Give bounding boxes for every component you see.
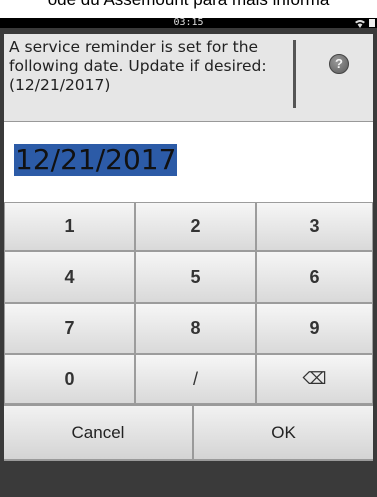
message-divider xyxy=(293,40,296,108)
key-8[interactable]: 8 xyxy=(135,303,256,354)
key-6[interactable]: 6 xyxy=(256,251,373,303)
key-slash[interactable]: / xyxy=(135,354,256,404)
key-1[interactable]: 1 xyxy=(4,202,135,251)
key-4[interactable]: 4 xyxy=(4,251,135,303)
status-bar: 03:15 xyxy=(0,18,377,28)
status-time: 03:15 xyxy=(173,17,204,28)
date-dialog: A service reminder is set for the follow… xyxy=(4,34,373,461)
battery-icon xyxy=(369,19,375,27)
key-9[interactable]: 9 xyxy=(256,303,373,354)
status-icons xyxy=(355,18,375,28)
action-bar: Cancel OK xyxy=(4,404,373,461)
key-3[interactable]: 3 xyxy=(256,202,373,251)
key-0[interactable]: 0 xyxy=(4,354,135,404)
backspace-key[interactable]: ⌫ xyxy=(256,354,373,404)
keypad: 1 2 3 4 5 6 7 8 9 0 / ⌫ xyxy=(4,202,373,404)
help-icon[interactable]: ? xyxy=(329,54,349,74)
key-5[interactable]: 5 xyxy=(135,251,256,303)
background-page-text-line: ode du Assemount para mais informa xyxy=(0,0,377,10)
message-text: A service reminder is set for the follow… xyxy=(9,38,267,94)
ok-button[interactable]: OK xyxy=(194,406,373,459)
wifi-icon xyxy=(355,19,365,28)
cancel-button[interactable]: Cancel xyxy=(4,406,192,459)
message-panel: A service reminder is set for the follow… xyxy=(4,34,373,122)
date-field[interactable]: 12/21/2017 xyxy=(4,122,373,202)
key-2[interactable]: 2 xyxy=(135,202,256,251)
date-input-value[interactable]: 12/21/2017 xyxy=(14,144,178,176)
key-7[interactable]: 7 xyxy=(4,303,135,354)
backspace-icon: ⌫ xyxy=(302,369,327,388)
background-page-text: ode du Assemount para mais informa xyxy=(0,0,377,18)
